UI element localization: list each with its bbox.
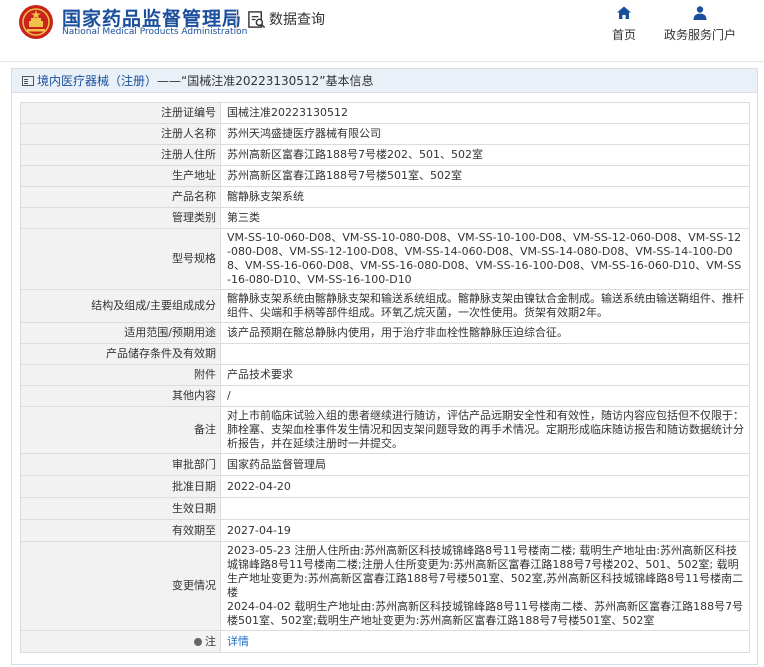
field-value: 苏州高新区富春江路188号7号楼202、501、502室 bbox=[220, 144, 750, 166]
table-row: 有效期至 2027-04-19 bbox=[20, 519, 750, 542]
field-label: 型号规格 bbox=[20, 228, 221, 290]
field-value bbox=[220, 497, 750, 520]
table-row: 变更情况 2023-05-23 注册人住所由:苏州高新区科技城锦峰路8号11号楼… bbox=[20, 541, 750, 631]
table-row: 注 详情 bbox=[20, 630, 750, 653]
home-icon bbox=[617, 6, 631, 19]
table-row: 注册人名称 苏州天鸿盛捷医疗器械有限公司 bbox=[20, 123, 750, 145]
table-row: 管理类别 第三类 bbox=[20, 207, 750, 229]
field-label: 注 bbox=[20, 630, 221, 653]
table-row: 产品名称 髂静脉支架系统 bbox=[20, 186, 750, 208]
breadcrumb-category-link[interactable]: 境内医疗器械（注册） bbox=[37, 74, 157, 88]
user-icon bbox=[693, 6, 707, 20]
field-label: 生产地址 bbox=[20, 165, 221, 187]
field-value: 2027-04-19 bbox=[220, 519, 750, 542]
field-value: 产品技术要求 bbox=[220, 364, 750, 386]
breadcrumb-record: “国械注准20223130512” bbox=[181, 74, 326, 88]
table-row: 生效日期 bbox=[20, 497, 750, 520]
data-query-link[interactable]: 数据查询 bbox=[247, 9, 325, 29]
field-value bbox=[220, 343, 750, 365]
table-row: 注册人住所 苏州高新区富春江路188号7号楼202、501、502室 bbox=[20, 144, 750, 166]
national-emblem-logo[interactable] bbox=[18, 4, 54, 40]
field-label: 管理类别 bbox=[20, 207, 221, 229]
table-row: 备注 对上市前临床试验入组的患者继续进行随访，评估产品远期安全性和有效性，随访内… bbox=[20, 406, 750, 454]
field-label: 产品名称 bbox=[20, 186, 221, 208]
nav-gov-label: 政务服务门户 bbox=[663, 28, 736, 42]
table-row: 结构及组成/主要组成成分 髂静脉支架系统由髂静脉支架和输送系统组成。髂静脉支架由… bbox=[20, 289, 750, 323]
change-entry: 2024-04-02 载明生产地址由:苏州高新区科技城锦峰路8号11号楼南二楼、… bbox=[227, 600, 744, 627]
detail-panel: 境内医疗器械（注册）——“国械注准20223130512”基本信息 注册证编号 … bbox=[11, 68, 758, 665]
field-value: 该产品预期在髂总静脉内使用，用于治疗非血栓性髂静脉压迫综合征。 bbox=[220, 322, 750, 344]
table-row: 产品储存条件及有效期 bbox=[20, 343, 750, 365]
site-title-en[interactable]: National Medical Products Administration bbox=[62, 27, 247, 37]
field-label: 附件 bbox=[20, 364, 221, 386]
table-row: 批准日期 2022-04-20 bbox=[20, 475, 750, 498]
breadcrumb-separator: —— bbox=[157, 74, 182, 88]
table-row: 其他内容 / bbox=[20, 385, 750, 407]
field-value: 第三类 bbox=[220, 207, 750, 229]
field-label: 注册人名称 bbox=[20, 123, 221, 145]
breadcrumb: 境内医疗器械（注册）——“国械注准20223130512”基本信息 bbox=[12, 69, 757, 93]
detail-link[interactable]: 详情 bbox=[227, 635, 249, 648]
breadcrumb-text: 境内医疗器械（注册）——“国械注准20223130512”基本信息 bbox=[37, 72, 373, 89]
table-row: 生产地址 苏州高新区富春江路188号7号楼501室、502室 bbox=[20, 165, 750, 187]
field-value: 髂静脉支架系统由髂静脉支架和输送系统组成。髂静脉支架由镍钛合金制成。输送系统由输… bbox=[220, 289, 750, 323]
field-label: 备注 bbox=[20, 406, 221, 454]
list-icon bbox=[22, 75, 34, 86]
field-label: 有效期至 bbox=[20, 519, 221, 542]
change-entry: 2023-05-23 注册人住所由:苏州高新区科技城锦峰路8号11号楼南二楼; … bbox=[227, 544, 744, 599]
info-table: 注册证编号 国械注准20223130512 注册人名称 苏州天鸿盛捷医疗器械有限… bbox=[20, 102, 750, 653]
site-header: 国家药品监督管理局 National Medical Products Admi… bbox=[0, 0, 764, 62]
table-row: 适用范围/预期用途 该产品预期在髂总静脉内使用，用于治疗非血栓性髂静脉压迫综合征… bbox=[20, 322, 750, 344]
field-value: 详情 bbox=[220, 630, 750, 653]
field-label: 批准日期 bbox=[20, 475, 221, 498]
table-row: 审批部门 国家药品监督管理局 bbox=[20, 453, 750, 476]
field-label: 产品储存条件及有效期 bbox=[20, 343, 221, 365]
field-value: VM-SS-10-060-D08、VM-SS-10-080-D08、VM-SS-… bbox=[220, 228, 750, 290]
field-label: 适用范围/预期用途 bbox=[20, 322, 221, 344]
note-label: 注 bbox=[205, 634, 216, 648]
pin-icon bbox=[194, 637, 202, 646]
table-row: 型号规格 VM-SS-10-060-D08、VM-SS-10-080-D08、V… bbox=[20, 228, 750, 290]
nav-gov-services[interactable]: 政务服务门户 bbox=[655, 5, 745, 43]
field-value: 2022-04-20 bbox=[220, 475, 750, 498]
field-value: 国家药品监督管理局 bbox=[220, 453, 750, 476]
field-label: 注册证编号 bbox=[20, 102, 221, 124]
field-label: 结构及组成/主要组成成分 bbox=[20, 289, 221, 323]
data-query-label: 数据查询 bbox=[269, 12, 325, 28]
field-label: 生效日期 bbox=[20, 497, 221, 520]
table-row: 注册证编号 国械注准20223130512 bbox=[20, 102, 750, 124]
field-label: 其他内容 bbox=[20, 385, 221, 407]
field-value: 髂静脉支架系统 bbox=[220, 186, 750, 208]
data-query-icon bbox=[248, 10, 266, 28]
table-row: 附件 产品技术要求 bbox=[20, 364, 750, 386]
field-value: 苏州天鸿盛捷医疗器械有限公司 bbox=[220, 123, 750, 145]
header-divider bbox=[236, 10, 237, 32]
field-value: 国械注准20223130512 bbox=[220, 102, 750, 124]
field-value: / bbox=[220, 385, 750, 407]
breadcrumb-suffix: 基本信息 bbox=[325, 74, 374, 88]
field-label: 审批部门 bbox=[20, 453, 221, 476]
field-label: 变更情况 bbox=[20, 541, 221, 631]
field-value: 2023-05-23 注册人住所由:苏州高新区科技城锦峰路8号11号楼南二楼; … bbox=[220, 541, 750, 631]
field-value: 苏州高新区富春江路188号7号楼501室、502室 bbox=[220, 165, 750, 187]
field-value: 对上市前临床试验入组的患者继续进行随访，评估产品远期安全性和有效性，随访内容应包… bbox=[220, 406, 750, 454]
field-label: 注册人住所 bbox=[20, 144, 221, 166]
